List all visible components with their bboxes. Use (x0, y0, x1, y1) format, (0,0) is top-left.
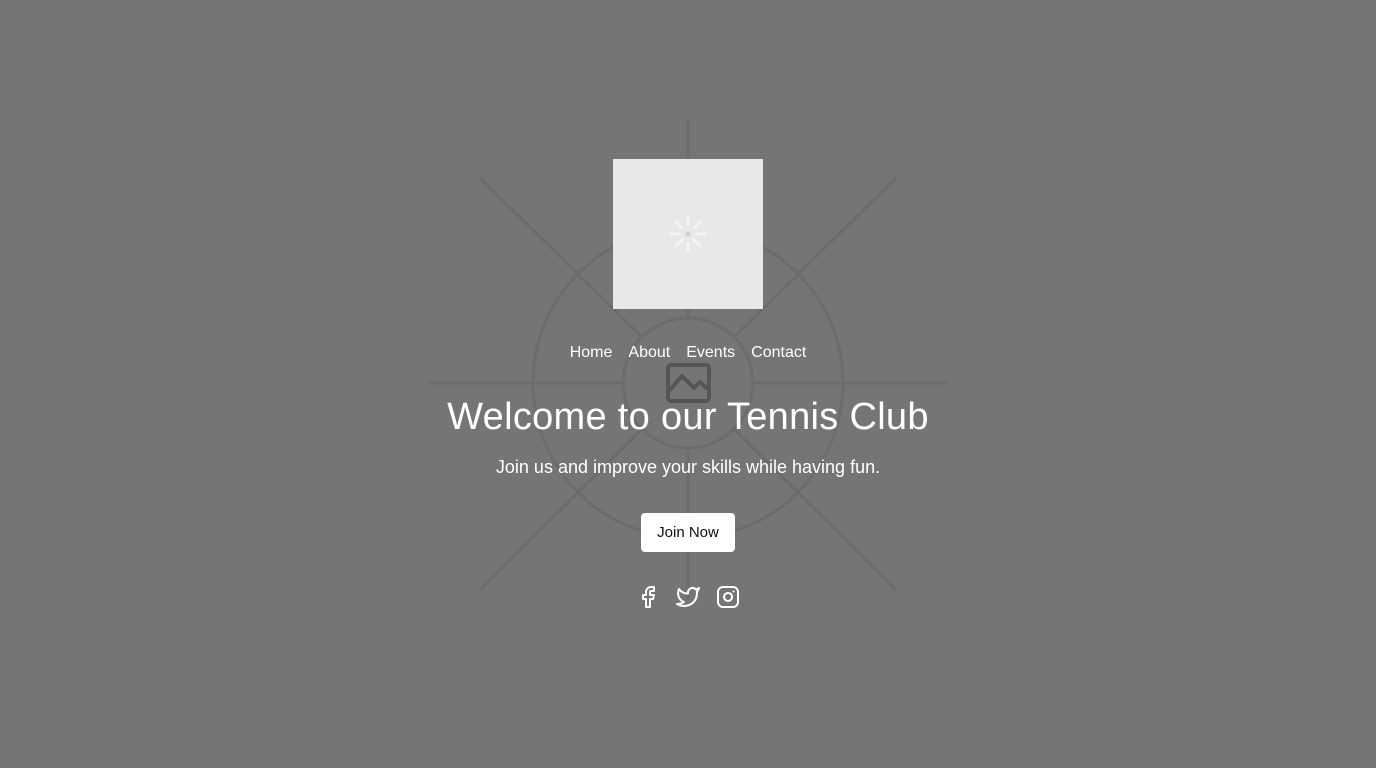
loading-spinner-icon (669, 215, 707, 253)
hero-title: Welcome to our Tennis Club (447, 396, 929, 438)
join-now-button[interactable]: Join Now (641, 513, 735, 552)
hero-section: Home About Events Contact Welcome to our… (0, 0, 1376, 768)
hero-subtitle: Join us and improve your skills while ha… (495, 457, 881, 477)
logo-image (613, 159, 763, 309)
nav-link-contact[interactable]: Contact (751, 342, 806, 364)
main-nav: Home About Events Contact (0, 342, 1376, 364)
nav-link-home[interactable]: Home (570, 342, 613, 364)
instagram-icon[interactable] (716, 585, 740, 609)
twitter-icon[interactable] (676, 585, 700, 609)
image-placeholder-icon (430, 120, 946, 600)
nav-link-events[interactable]: Events (686, 342, 735, 364)
nav-link-about[interactable]: About (628, 342, 670, 364)
facebook-icon[interactable] (636, 585, 660, 609)
